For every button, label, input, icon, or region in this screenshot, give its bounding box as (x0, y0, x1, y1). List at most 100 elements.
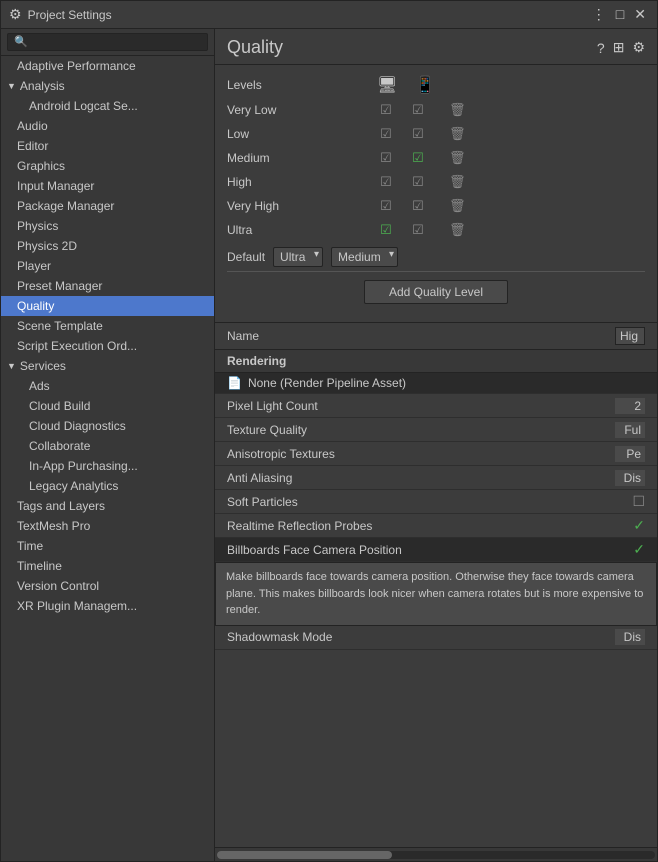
project-settings-window: ⚙ Project Settings ⋮ □ ✕ Adaptive Perfor… (0, 0, 658, 862)
sidebar-item-xr-plugin[interactable]: XR Plugin Managem... (1, 596, 214, 616)
pc-check-high[interactable]: ☑ (377, 174, 395, 190)
quality-rows: Very Low ☑ ☑ 🗑 Low ☑ (227, 99, 645, 241)
sidebar-item-adaptive[interactable]: Adaptive Performance (1, 56, 214, 76)
pc-check-ultra[interactable]: ☑ (377, 222, 395, 238)
triangle-icon: ▼ (7, 81, 16, 91)
layout-icon[interactable]: ⊞ (613, 39, 625, 56)
sidebar-item-android-logcat[interactable]: Android Logcat Se... (1, 96, 214, 116)
sidebar-item-version-control[interactable]: Version Control (1, 576, 214, 596)
default-select-mobile[interactable]: Medium (331, 247, 398, 267)
sidebar-item-analysis[interactable]: ▼ Analysis (1, 76, 214, 96)
delete-ultra[interactable]: 🗑 (449, 222, 466, 238)
name-value: Hig (615, 327, 645, 345)
bottom-scrollbar[interactable] (215, 847, 657, 861)
sidebar-item-scene-template[interactable]: Scene Template (1, 316, 214, 336)
divider (227, 271, 645, 272)
sidebar-item-timeline[interactable]: Timeline (1, 556, 214, 576)
sidebar-item-cloud-build[interactable]: Cloud Build (1, 396, 214, 416)
table-row: High ☑ ☑ 🗑 (227, 171, 645, 193)
content-area: Quality ? ⊞ ⚙ Levels 🖥 📱 (215, 29, 657, 861)
settings-icon[interactable]: ⚙ (632, 39, 645, 56)
sidebar-item-audio[interactable]: Audio (1, 116, 214, 136)
sidebar-item-legacy-analytics[interactable]: Legacy Analytics (1, 476, 214, 496)
row-label-ultra: Ultra (227, 223, 367, 237)
mobile-check-low[interactable]: ☑ (409, 126, 427, 142)
sidebar-item-package-manager[interactable]: Package Manager (1, 196, 214, 216)
row-label-medium: Medium (227, 151, 367, 165)
levels-label: Levels (227, 78, 367, 92)
realtime-reflection-checkbox[interactable]: ✓ (633, 517, 645, 534)
sidebar-item-input-manager[interactable]: Input Manager (1, 176, 214, 196)
sidebar-list: Adaptive Performance ▼ Analysis Android … (1, 56, 214, 861)
default-select-pc[interactable]: Ultra (273, 247, 323, 267)
mobile-check-high[interactable]: ☑ (409, 174, 427, 190)
pc-check-very-high[interactable]: ☑ (377, 198, 395, 214)
menu-button[interactable]: ⋮ (589, 6, 609, 23)
gear-icon: ⚙ (9, 6, 22, 23)
mobile-check-very-high[interactable]: ☑ (409, 198, 427, 214)
default-select-mobile-wrap: Medium (331, 247, 398, 267)
sidebar-item-physics2d[interactable]: Physics 2D (1, 236, 214, 256)
mobile-check-very-low[interactable]: ☑ (409, 102, 427, 118)
title-bar: ⚙ Project Settings ⋮ □ ✕ (1, 1, 657, 29)
sidebar-item-ads[interactable]: Ads (1, 376, 214, 396)
anisotropic-row: Anisotropic Textures Pe (215, 442, 657, 466)
sidebar-item-services[interactable]: ▼ Services (1, 356, 214, 376)
quality-levels-section: Levels 🖥 📱 Very Low ☑ ☑ (215, 65, 657, 323)
sidebar-item-player[interactable]: Player (1, 256, 214, 276)
content-scroll[interactable]: Levels 🖥 📱 Very Low ☑ ☑ (215, 65, 657, 847)
sidebar-item-physics[interactable]: Physics (1, 216, 214, 236)
pc-check-medium[interactable]: ☑ (377, 150, 395, 166)
help-icon[interactable]: ? (597, 40, 605, 56)
sidebar-item-tags-layers[interactable]: Tags and Layers (1, 496, 214, 516)
delete-high[interactable]: 🗑 (449, 174, 466, 190)
scrollbar-track (217, 851, 655, 859)
row-label-low: Low (227, 127, 367, 141)
delete-very-low[interactable]: 🗑 (449, 102, 466, 118)
pc-check-very-low[interactable]: ☑ (377, 102, 395, 118)
pixel-light-count-label: Pixel Light Count (227, 399, 318, 413)
sidebar-item-cloud-diagnostics[interactable]: Cloud Diagnostics (1, 416, 214, 436)
default-row: Default Ultra Medium (227, 247, 645, 267)
anisotropic-label: Anisotropic Textures (227, 447, 335, 461)
table-row: Medium ☑ ☑ 🗑 (227, 147, 645, 169)
soft-particles-row: Soft Particles ☐ (215, 490, 657, 514)
title-bar-controls: ⋮ □ ✕ (589, 6, 649, 23)
tooltip-text: Make billboards face towards camera posi… (226, 571, 643, 616)
add-quality-level-button[interactable]: Add Quality Level (364, 280, 508, 304)
close-button[interactable]: ✕ (631, 6, 649, 23)
sidebar-item-preset-manager[interactable]: Preset Manager (1, 276, 214, 296)
sidebar-item-collaborate[interactable]: Collaborate (1, 436, 214, 456)
sidebar-item-script-execution[interactable]: Script Execution Ord... (1, 336, 214, 356)
sidebar-item-time[interactable]: Time (1, 536, 214, 556)
content-header: Quality ? ⊞ ⚙ (215, 29, 657, 65)
realtime-reflection-label: Realtime Reflection Probes (227, 519, 372, 533)
sidebar-item-quality[interactable]: Quality (1, 296, 214, 316)
levels-header: Levels 🖥 📱 (227, 75, 645, 95)
delete-low[interactable]: 🗑 (449, 126, 466, 142)
row-label-very-high: Very High (227, 199, 367, 213)
texture-quality-label: Texture Quality (227, 423, 307, 437)
search-input[interactable] (7, 33, 208, 51)
shadowmask-value: Dis (615, 629, 645, 645)
sidebar-item-inapp[interactable]: In-App Purchasing... (1, 456, 214, 476)
soft-particles-checkbox[interactable]: ☐ (632, 493, 645, 510)
platform-icons: 🖥 📱 (377, 75, 435, 95)
table-row: Ultra ☑ ☑ 🗑 (227, 219, 645, 241)
delete-very-high[interactable]: 🗑 (449, 198, 466, 214)
row-checks-high: ☑ ☑ 🗑 (377, 174, 466, 190)
mobile-check-medium[interactable]: ☑ (409, 150, 427, 166)
pixel-light-count-value: 2 (615, 398, 645, 414)
delete-medium[interactable]: 🗑 (449, 150, 466, 166)
tooltip-box: Make billboards face towards camera posi… (215, 562, 657, 626)
sidebar-item-textmesh[interactable]: TextMesh Pro (1, 516, 214, 536)
mobile-check-ultra[interactable]: ☑ (409, 222, 427, 238)
maximize-button[interactable]: □ (613, 6, 627, 23)
file-icon: 📄 (227, 376, 242, 390)
billboards-checkbox[interactable]: ✓ (633, 541, 645, 558)
header-icons: ? ⊞ ⚙ (597, 39, 645, 56)
sidebar-item-graphics[interactable]: Graphics (1, 156, 214, 176)
sidebar-item-editor[interactable]: Editor (1, 136, 214, 156)
texture-quality-row: Texture Quality Ful (215, 418, 657, 442)
pc-check-low[interactable]: ☑ (377, 126, 395, 142)
